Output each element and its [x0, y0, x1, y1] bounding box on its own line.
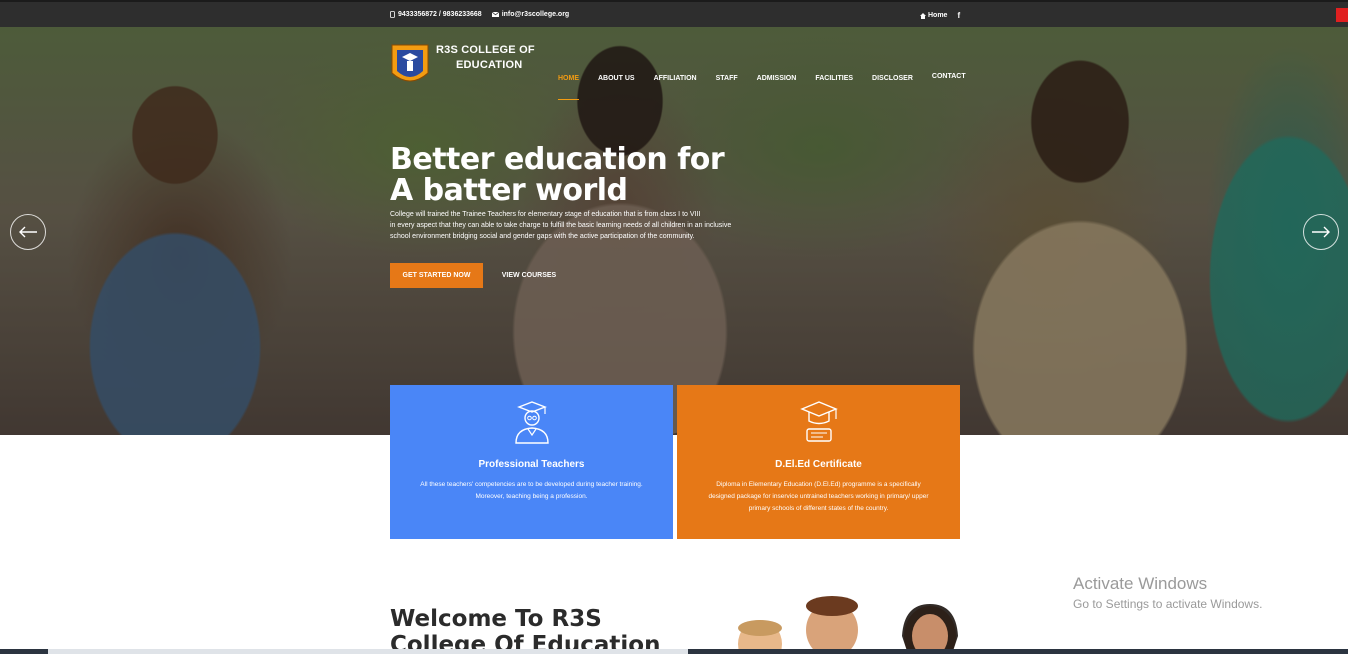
nav-home[interactable]: HOME	[558, 75, 579, 100]
nav-staff[interactable]: STAFF	[716, 75, 738, 88]
email-contact[interactable]: info@r3scollege.org	[491, 11, 570, 18]
home-link-label: Home	[928, 12, 948, 19]
home-link[interactable]: Home	[920, 12, 947, 19]
phone-number: 9433356872 / 9836233668	[398, 11, 482, 18]
graduation-certificate-icon	[799, 401, 838, 442]
top-bar: 9433356872 / 9836233668 info@r3scollege.…	[0, 0, 1348, 27]
watermark-title: Activate Windows	[1073, 574, 1208, 593]
card-text-line: designed package for inservice untrained…	[708, 493, 929, 500]
hero-description-line: College will trained the Trainee Teacher…	[390, 211, 701, 218]
hero-headline: Better education for A batter world	[390, 142, 725, 208]
logo-line2: EDUCATION	[456, 59, 523, 71]
slider-next-button[interactable]	[1303, 214, 1339, 250]
welcome-heading-line1: Welcome To R3S	[390, 606, 602, 632]
card-title: D.El.Ed Certificate	[775, 459, 862, 470]
slider-prev-button[interactable]	[10, 214, 46, 250]
nav-affiliation[interactable]: AFFILIATION	[654, 75, 697, 88]
nav-facilities[interactable]: FACILITIES	[815, 75, 853, 88]
nav-discloser[interactable]: DISCLOSER	[872, 75, 913, 88]
top-links: Home f	[920, 11, 960, 20]
graduate-teacher-icon	[514, 401, 549, 444]
hero-description-line: in every aspect that they can able to ta…	[390, 222, 732, 229]
taskbar-strip	[0, 649, 1348, 654]
envelope-icon	[491, 12, 499, 17]
nav-admission[interactable]: ADMISSION	[757, 75, 797, 88]
get-started-button[interactable]: GET STARTED NOW	[390, 263, 483, 288]
view-courses-button[interactable]: VIEW COURSES	[497, 263, 561, 288]
card-title: Professional Teachers	[478, 459, 585, 470]
hero-headline-line2: A batter world	[390, 173, 628, 208]
arrow-left-icon	[19, 226, 37, 238]
facebook-icon[interactable]: f	[957, 11, 960, 20]
arrow-right-icon	[1312, 226, 1330, 238]
logo-line1: R3S COLLEGE OF	[436, 44, 535, 56]
email-address: info@r3scollege.org	[501, 11, 570, 18]
card-text-line: All these teachers' competencies are to …	[420, 481, 643, 488]
windows-activation-watermark: Activate Windows Go to Settings to activ…	[1073, 574, 1262, 611]
hero-description: College will trained the Trainee Teacher…	[390, 209, 790, 242]
nav-about-us[interactable]: ABOUT US	[598, 75, 635, 88]
home-icon	[920, 12, 926, 19]
main-nav: HOME ABOUT US AFFILIATION STAFF ADMISSIO…	[558, 73, 985, 100]
site-logo[interactable]: R3S COLLEGE OF EDUCATION	[390, 43, 535, 89]
welcome-heading: Welcome To R3S College Of Education	[390, 606, 660, 654]
watermark-subtitle: Go to Settings to activate Windows.	[1073, 597, 1263, 611]
college-crest-icon	[391, 44, 429, 82]
scroll-to-top-marker[interactable]	[1336, 8, 1348, 22]
hero-description-line: school environment bridging social and g…	[390, 233, 695, 240]
card-text-line: primary schools of different states of t…	[748, 505, 889, 512]
card-text: All these teachers' competencies are to …	[402, 479, 661, 503]
phone-icon	[390, 11, 395, 18]
nav-contact[interactable]: CONTACT	[932, 73, 966, 88]
card-text: Diploma in Elementary Education (D.El.Ed…	[689, 479, 948, 515]
phone-contact[interactable]: 9433356872 / 9836233668	[390, 11, 482, 18]
hero-headline-line1: Better education for	[390, 142, 725, 177]
contact-info: 9433356872 / 9836233668 info@r3scollege.…	[390, 11, 569, 18]
students-photo	[738, 596, 958, 654]
taskbar-segment	[48, 649, 688, 654]
logo-text: R3S COLLEGE OF EDUCATION	[436, 43, 535, 89]
card-text-line: Moreover, teaching being a profession.	[475, 493, 588, 500]
feature-card-deled-certificate[interactable]: D.El.Ed Certificate Diploma in Elementar…	[677, 385, 960, 539]
card-text-line: Diploma in Elementary Education (D.El.Ed…	[716, 481, 921, 488]
feature-card-professional-teachers[interactable]: Professional Teachers All these teachers…	[390, 385, 673, 539]
